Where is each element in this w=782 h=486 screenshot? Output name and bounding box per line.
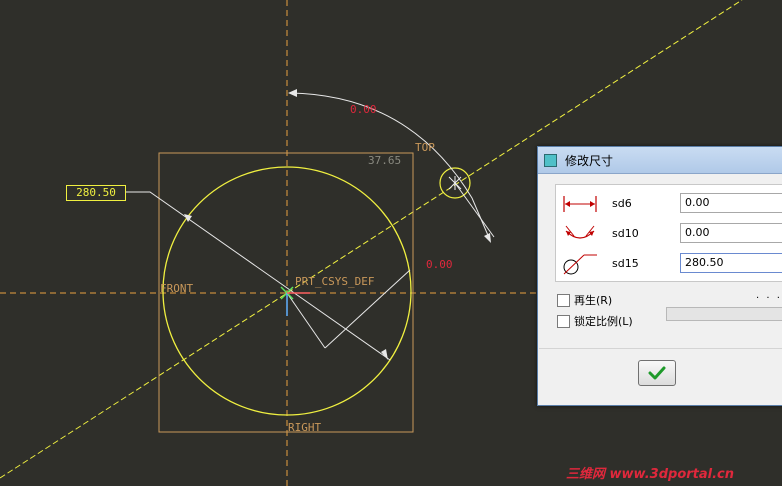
dimension-row-sd15[interactable]: sd15 280.50 <box>556 249 782 279</box>
watermark: 三维网 www.3dportal.cn <box>566 467 735 482</box>
arrowhead <box>288 89 297 97</box>
datum-label-front: FRONT <box>160 282 194 295</box>
ok-button[interactable] <box>638 360 676 386</box>
dialog-titlebar[interactable]: 修改尺寸 <box>538 147 782 174</box>
lock-scale-label: 锁定比例(L) <box>574 315 633 328</box>
angular-dimension-icon <box>565 225 595 239</box>
linear-dimension-icon <box>563 196 597 212</box>
sensitivity-dots: · · · <box>756 293 782 304</box>
regenerate-checkbox[interactable] <box>557 293 570 307</box>
dimension-witness-line <box>454 182 495 238</box>
angle-dimension-right[interactable]: 0.00 <box>426 259 453 271</box>
dimension-row-sd10[interactable]: sd10 0.00 <box>556 219 782 249</box>
dimension-value-input[interactable]: 280.50 <box>680 253 782 273</box>
lock-scale-checkbox[interactable] <box>557 314 570 328</box>
dimension-name: sd15 <box>612 257 639 270</box>
angle-dimension-top[interactable]: 0.00 <box>350 104 377 116</box>
dimension-value-input[interactable]: 0.00 <box>680 193 782 213</box>
datum-label-right: RIGHT <box>288 421 322 434</box>
datum-label-top: TOP <box>415 141 435 154</box>
modify-dimension-dialog: 修改尺寸 sd6 0.00 sd10 0.00 sd15 280.50 再生(R… <box>537 146 782 406</box>
arrowhead <box>484 233 491 243</box>
lock-scale-option[interactable]: 锁定比例(L) <box>557 313 633 329</box>
dimension-list: sd6 0.00 sd10 0.00 sd15 280.50 <box>555 184 782 282</box>
dimension-name: sd6 <box>612 197 632 210</box>
diameter-dimension-icon <box>563 254 597 275</box>
dialog-separator <box>539 348 782 349</box>
regenerate-label: 再生(R) <box>574 294 613 307</box>
dimension-name: sd10 <box>612 227 639 240</box>
csys-label: PRT_CSYS_DEF <box>295 275 375 288</box>
diameter-dimension-box[interactable]: 280.50 <box>66 185 126 201</box>
dimension-row-sd6[interactable]: sd6 0.00 <box>556 189 782 219</box>
sensitivity-slider[interactable] <box>666 307 782 321</box>
checkmark-icon <box>648 366 666 380</box>
dialog-app-icon <box>544 153 557 167</box>
reference-dimension: 37.65 <box>368 154 402 167</box>
dialog-title: 修改尺寸 <box>565 153 614 168</box>
regenerate-option[interactable]: 再生(R) <box>557 292 612 308</box>
dimension-value-input[interactable]: 0.00 <box>680 223 782 243</box>
